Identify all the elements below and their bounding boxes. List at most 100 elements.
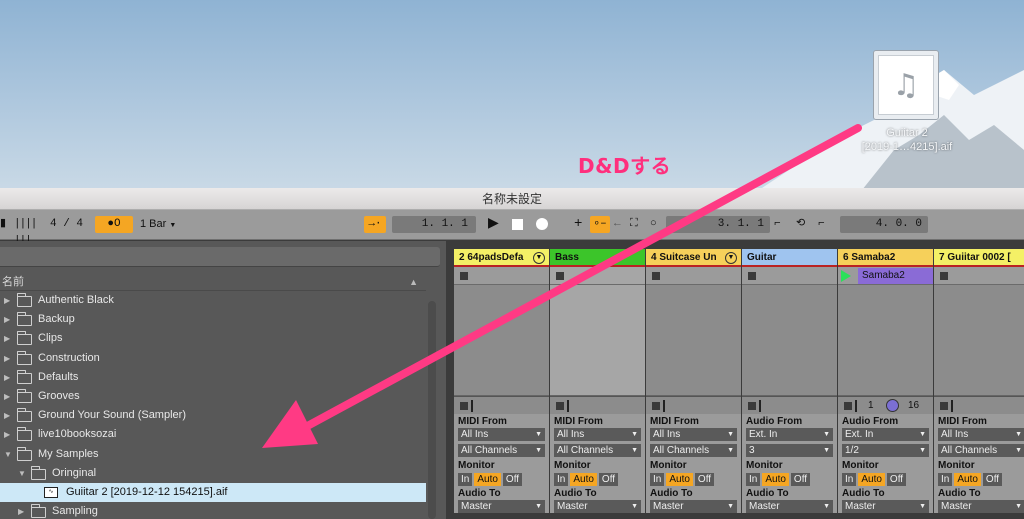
stop-clip-icon[interactable] — [652, 402, 660, 410]
input-select[interactable]: All Ins ▼ — [554, 428, 641, 441]
clip-slot[interactable] — [550, 267, 645, 285]
monitor-in-button[interactable]: In — [458, 473, 473, 486]
track-header[interactable]: Bass — [550, 249, 645, 267]
clip-slot[interactable] — [454, 267, 549, 285]
output-select[interactable]: Master ▼ — [458, 500, 545, 513]
monitor-off-button[interactable]: Off — [502, 473, 523, 486]
track-header[interactable]: 2 64padsDefa ▼ — [454, 249, 549, 267]
browser-item[interactable]: ▶ Sampling — [0, 502, 426, 519]
track-header[interactable]: Guitar — [742, 249, 837, 267]
monitor-auto-button[interactable]: Auto — [858, 473, 885, 486]
channel-select[interactable]: 1/2 ▼ — [842, 444, 929, 457]
loop-switch-icon[interactable]: ○ — [650, 216, 662, 233]
browser-item[interactable]: ∿ Guiitar 2 [2019-12-12 154215].aif — [0, 482, 426, 503]
capture-icon[interactable]: ⛶ — [630, 216, 642, 233]
empty-clip-slots[interactable] — [646, 285, 741, 396]
input-select[interactable]: All Ins ▼ — [938, 428, 1024, 441]
channel-select[interactable]: All Channels ▼ — [554, 444, 641, 457]
input-select[interactable]: All Ins ▼ — [458, 428, 545, 441]
channel-select[interactable]: All Channels ▼ — [650, 444, 737, 457]
channel-select[interactable]: 3 ▼ — [746, 444, 833, 457]
monitor-auto-button[interactable]: Auto — [666, 473, 693, 486]
browser-column-header[interactable]: 名前 ▲ — [0, 273, 426, 291]
monitor-in-button[interactable]: In — [746, 473, 761, 486]
follow-arrow-icon[interactable]: →· — [364, 216, 386, 233]
monitor-in-button[interactable]: In — [650, 473, 665, 486]
automation-arm-icon[interactable]: ∘‒ — [590, 216, 610, 233]
empty-clip-slots[interactable] — [454, 285, 549, 396]
output-select[interactable]: Master ▼ — [650, 500, 737, 513]
track-fold-icon[interactable]: ▼ — [533, 252, 545, 264]
back-to-arrangement-icon[interactable]: ← — [614, 216, 626, 233]
expand-right-icon[interactable]: ▶ — [4, 406, 10, 425]
clip-slot[interactable] — [742, 267, 837, 285]
loop-start[interactable]: 3. 1. 1 — [666, 216, 770, 233]
clip-slot[interactable] — [646, 267, 741, 285]
browser-item[interactable]: ▶ Backup — [0, 310, 426, 329]
empty-clip-slots[interactable] — [742, 285, 837, 396]
channel-select[interactable]: All Channels ▼ — [938, 444, 1024, 457]
monitor-off-button[interactable]: Off — [694, 473, 715, 486]
expand-down-icon[interactable]: ▼ — [18, 464, 26, 483]
track-header[interactable]: 6 Samaba2 — [838, 249, 933, 267]
expand-right-icon[interactable]: ▶ — [4, 291, 10, 310]
stop-clip-icon[interactable] — [844, 402, 852, 410]
browser-item[interactable]: ▶ Defaults — [0, 368, 426, 387]
monitor-in-button[interactable]: In — [554, 473, 569, 486]
empty-clip-slots[interactable] — [934, 285, 1024, 396]
output-select[interactable]: Master ▼ — [938, 500, 1024, 513]
track-header[interactable]: 7 Guiitar 0002 [ — [934, 249, 1024, 267]
browser-item[interactable]: ▼ My Samples — [0, 445, 426, 464]
stop-clip-icon[interactable] — [556, 402, 564, 410]
sort-ascending-icon[interactable]: ▲ — [409, 273, 418, 291]
clip-slot[interactable] — [934, 267, 1024, 285]
clip[interactable]: Samaba2 — [858, 268, 933, 284]
browser-search-field[interactable] — [0, 247, 440, 267]
color-knob-icon[interactable] — [886, 399, 899, 412]
quantize-select[interactable]: 1 Bar ▼ — [140, 216, 184, 233]
expand-right-icon[interactable]: ▶ — [4, 349, 10, 368]
browser-item[interactable]: ▶ Clips — [0, 329, 426, 348]
browser-item[interactable]: ▼ Oringinal — [0, 464, 426, 483]
monitor-in-button[interactable]: In — [842, 473, 857, 486]
output-select[interactable]: Master ▼ — [746, 500, 833, 513]
monitor-off-button[interactable]: Off — [982, 473, 1003, 486]
clip-stop-icon[interactable] — [652, 272, 660, 280]
expand-down-icon[interactable]: ▼ — [4, 445, 12, 464]
metronome-button[interactable]: ●O — [95, 216, 133, 233]
desktop-audio-file[interactable]: ♫ — [873, 50, 939, 120]
record-icon[interactable] — [536, 216, 550, 233]
monitor-off-button[interactable]: Off — [790, 473, 811, 486]
song-position[interactable]: 1. 1. 1 — [392, 216, 476, 233]
expand-right-icon[interactable]: ▶ — [4, 387, 10, 406]
clip-stop-icon[interactable] — [556, 272, 564, 280]
time-signature[interactable]: 4 / 4 — [50, 216, 90, 233]
clip-play-icon[interactable] — [841, 270, 851, 282]
expand-right-icon[interactable]: ▶ — [4, 368, 10, 387]
monitor-auto-button[interactable]: Auto — [474, 473, 501, 486]
clip-stop-icon[interactable] — [460, 272, 468, 280]
monitor-auto-button[interactable]: Auto — [954, 473, 981, 486]
stop-clip-icon[interactable] — [460, 402, 468, 410]
monitor-auto-button[interactable]: Auto — [762, 473, 789, 486]
input-select[interactable]: All Ins ▼ — [650, 428, 737, 441]
channel-select[interactable]: All Channels ▼ — [458, 444, 545, 457]
play-icon[interactable]: ▶ — [488, 216, 502, 233]
add-icon[interactable]: + — [574, 216, 586, 233]
monitor-off-button[interactable]: Off — [598, 473, 619, 486]
empty-clip-slots[interactable] — [550, 285, 645, 396]
stop-clip-icon[interactable] — [940, 402, 948, 410]
input-select[interactable]: Ext. In ▼ — [842, 428, 929, 441]
tap-tempo-icon[interactable]: |||| ||| — [14, 216, 44, 247]
browser-scrollbar[interactable] — [428, 301, 436, 519]
browser-item[interactable]: ▶ Construction — [0, 349, 426, 368]
output-select[interactable]: Master ▼ — [842, 500, 929, 513]
expand-right-icon[interactable]: ▶ — [4, 310, 10, 329]
monitor-auto-button[interactable]: Auto — [570, 473, 597, 486]
monitor-off-button[interactable]: Off — [886, 473, 907, 486]
browser-item[interactable]: ▶ Ground Your Sound (Sampler) — [0, 406, 426, 425]
browser-item[interactable]: ▶ Authentic Black — [0, 291, 426, 310]
track-fold-icon[interactable]: ▼ — [725, 252, 737, 264]
browser-item[interactable]: ▶ live10booksozai — [0, 425, 426, 444]
stop-icon[interactable] — [512, 216, 526, 233]
